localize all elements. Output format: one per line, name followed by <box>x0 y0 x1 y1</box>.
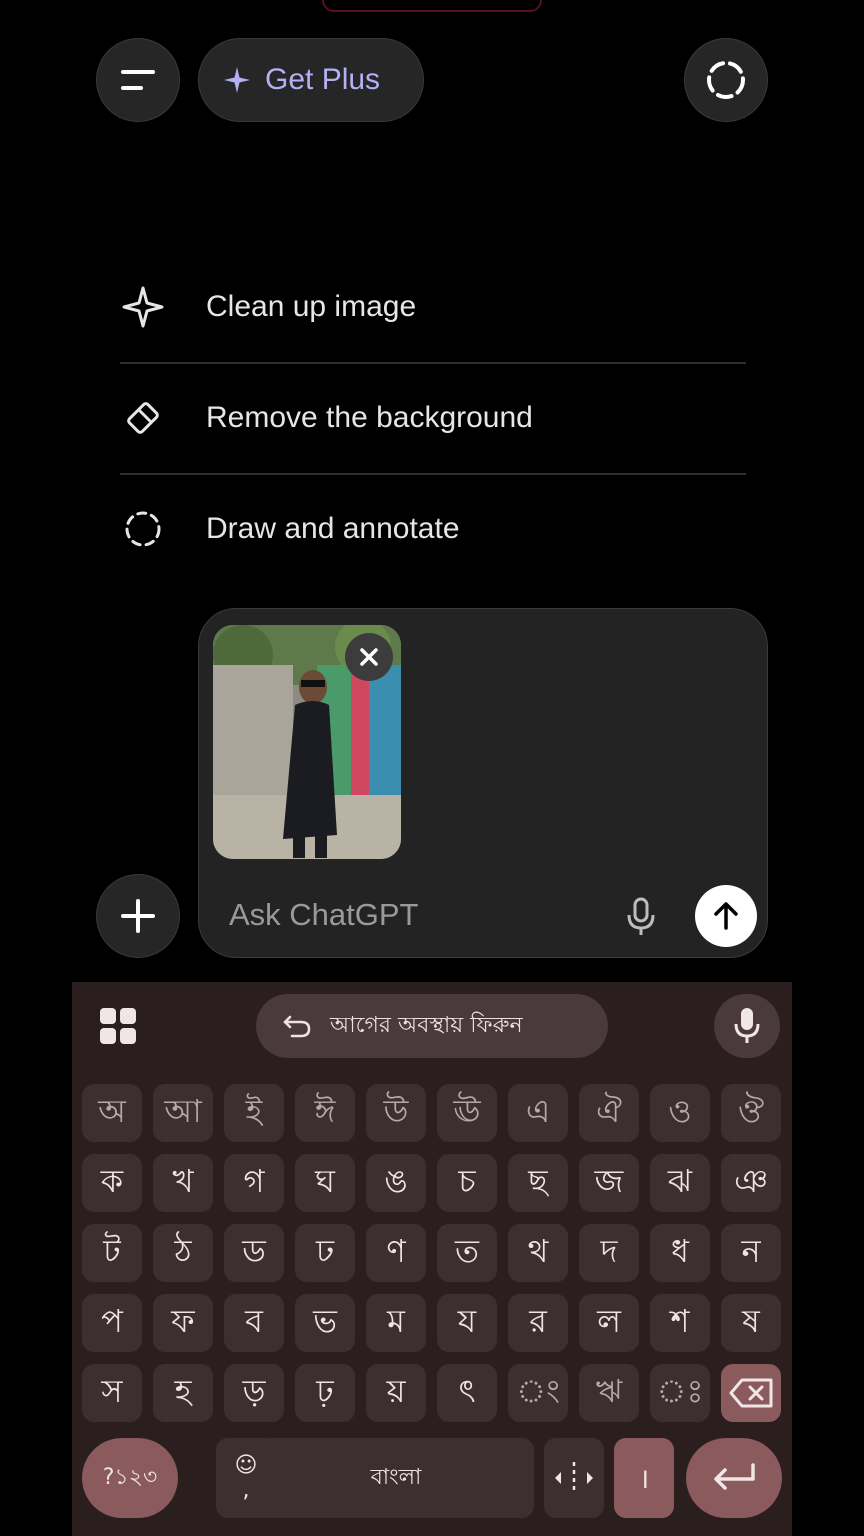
symbols-key[interactable]: ?১২৩ <box>82 1438 178 1518</box>
suggestion-label: Remove the background <box>206 401 533 434</box>
sparkle-icon <box>224 67 250 93</box>
temporary-chat-button[interactable] <box>684 38 768 122</box>
key[interactable]: ণ <box>366 1224 426 1282</box>
key[interactable]: ঞ <box>721 1154 781 1212</box>
key[interactable]: ভ <box>295 1294 355 1352</box>
key[interactable]: ঠ <box>153 1224 213 1282</box>
key[interactable]: ঙ <box>366 1154 426 1212</box>
grid-icon <box>100 1008 136 1044</box>
backspace-icon <box>729 1378 773 1408</box>
key[interactable]: ক <box>82 1154 142 1212</box>
key[interactable]: য় <box>366 1364 426 1422</box>
backspace-key[interactable] <box>721 1364 781 1422</box>
undo-suggestion-chip[interactable]: আগের অবস্থায় ফিরুন <box>256 994 608 1058</box>
danda-key[interactable]: । <box>614 1438 674 1518</box>
key[interactable]: র <box>508 1294 568 1352</box>
key[interactable]: ষ <box>721 1294 781 1352</box>
suggestion-label: Draw and annotate <box>206 512 460 545</box>
key[interactable]: ন <box>721 1224 781 1282</box>
key[interactable]: উ <box>366 1084 426 1142</box>
key[interactable]: ঃ <box>650 1364 710 1422</box>
mic-icon <box>734 1008 760 1043</box>
enter-icon <box>714 1463 755 1490</box>
get-plus-button[interactable]: Get Plus <box>198 38 424 122</box>
space-key[interactable]: বাংলা <box>258 1438 534 1518</box>
key[interactable]: ঝ <box>650 1154 710 1212</box>
get-plus-label: Get Plus <box>265 63 381 96</box>
key[interactable]: গ <box>224 1154 284 1212</box>
message-input[interactable]: Ask ChatGPT <box>229 897 419 933</box>
key[interactable]: দ <box>579 1224 639 1282</box>
suggestion-draw-annotate[interactable]: Draw and annotate <box>120 474 746 584</box>
key[interactable]: অ <box>82 1084 142 1142</box>
key[interactable]: শ <box>650 1294 710 1352</box>
key[interactable]: জ <box>579 1154 639 1212</box>
key[interactable]: ঔ <box>721 1084 781 1142</box>
arrow-up-icon <box>714 902 738 930</box>
send-button[interactable] <box>695 885 757 947</box>
dashed-circle-icon <box>707 61 745 99</box>
apps-grid-button[interactable] <box>98 1006 138 1046</box>
key[interactable]: চ <box>437 1154 497 1212</box>
comma-label: , <box>242 1478 250 1503</box>
key[interactable]: এ <box>508 1084 568 1142</box>
cursor-move-icon <box>555 1462 593 1494</box>
add-attachment-button[interactable] <box>96 874 180 958</box>
key[interactable]: ঢ <box>295 1224 355 1282</box>
key[interactable]: ড় <box>224 1364 284 1422</box>
key[interactable]: ম <box>366 1294 426 1352</box>
key[interactable]: ধ <box>650 1224 710 1282</box>
key[interactable]: ঊ <box>437 1084 497 1142</box>
key[interactable]: ৎ <box>437 1364 497 1422</box>
eraser-icon <box>120 395 166 441</box>
plus-icon <box>121 899 155 933</box>
menu-button[interactable] <box>96 38 180 122</box>
camera-notch <box>322 0 542 12</box>
suggestion-label: Clean up image <box>206 290 417 323</box>
key[interactable]: হ <box>153 1364 213 1422</box>
sparkle-outline-icon <box>120 284 166 330</box>
undo-icon <box>283 1015 311 1038</box>
emoji-icon: ☺ <box>234 1453 258 1478</box>
key[interactable]: থ <box>508 1224 568 1282</box>
dashed-circle-icon <box>120 506 166 552</box>
key[interactable]: য <box>437 1294 497 1352</box>
cursor-control-key[interactable] <box>544 1438 604 1518</box>
key[interactable]: খ <box>153 1154 213 1212</box>
bangla-keyboard: আগের অবস্থায় ফিরুন অ আ ই ঈ উ ঊ এ ঐ ও ঔ … <box>72 982 792 1536</box>
key[interactable]: ঐ <box>579 1084 639 1142</box>
mic-icon <box>627 897 655 935</box>
key[interactable]: ত <box>437 1224 497 1282</box>
voice-typing-button[interactable] <box>714 994 780 1058</box>
remove-attachment-button[interactable] <box>345 633 393 681</box>
composer: Ask ChatGPT <box>198 608 768 958</box>
enter-key[interactable] <box>686 1438 782 1518</box>
key[interactable]: ও <box>650 1084 710 1142</box>
key[interactable]: ব <box>224 1294 284 1352</box>
key[interactable]: ং <box>508 1364 568 1422</box>
menu-icon <box>121 70 155 90</box>
key[interactable]: প <box>82 1294 142 1352</box>
key[interactable]: ড <box>224 1224 284 1282</box>
key[interactable]: ই <box>224 1084 284 1142</box>
key[interactable]: ছ <box>508 1154 568 1212</box>
key[interactable]: ঢ় <box>295 1364 355 1422</box>
suggestion-clean-up-image[interactable]: Clean up image <box>120 252 746 362</box>
dictate-button[interactable] <box>619 895 663 939</box>
suggestion-remove-background[interactable]: Remove the background <box>120 363 746 473</box>
key[interactable]: ঈ <box>295 1084 355 1142</box>
key[interactable]: ঘ <box>295 1154 355 1212</box>
key[interactable]: ফ <box>153 1294 213 1352</box>
suggestion-text: আগের অবস্থায় ফিরুন <box>330 1012 523 1038</box>
key[interactable]: ল <box>579 1294 639 1352</box>
close-icon <box>360 648 378 666</box>
key[interactable]: ঋ <box>579 1364 639 1422</box>
key[interactable]: ট <box>82 1224 142 1282</box>
key[interactable]: স <box>82 1364 142 1422</box>
key[interactable]: আ <box>153 1084 213 1142</box>
